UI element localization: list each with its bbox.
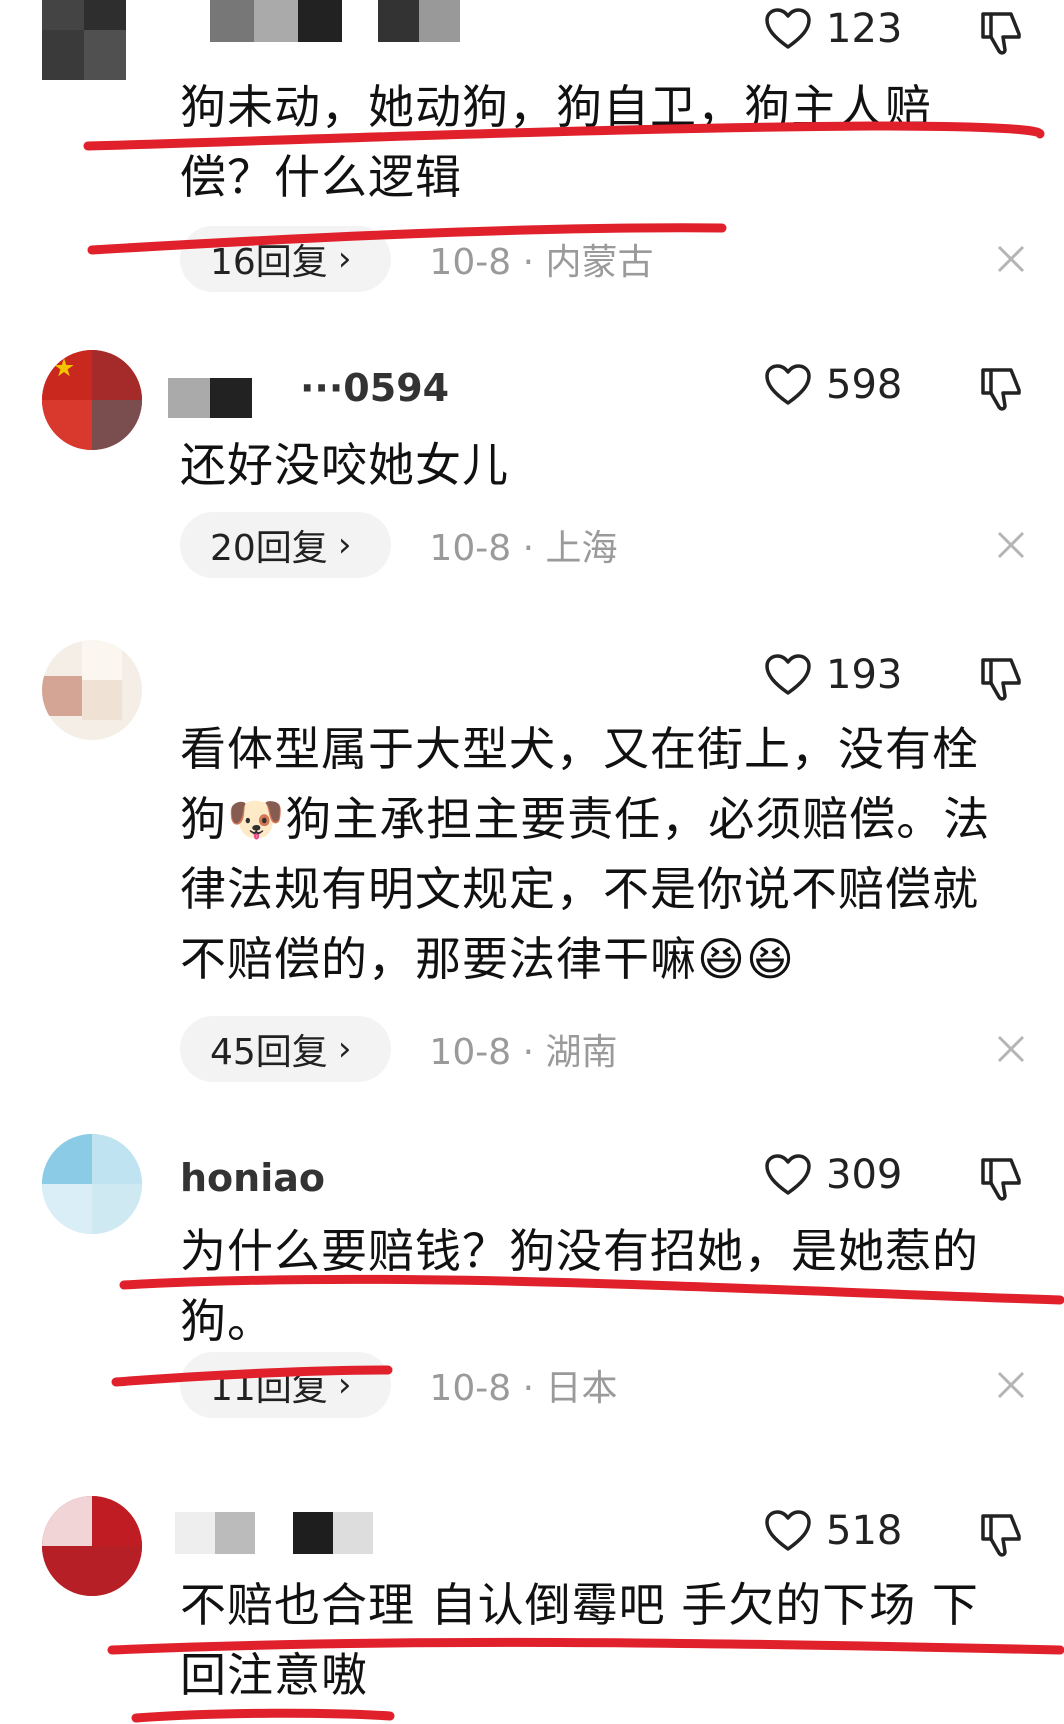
like-button[interactable]: 193 [764, 650, 902, 700]
heart-outline-icon [765, 1154, 811, 1195]
thumbs-down-outline-icon[interactable] [975, 364, 1025, 414]
username-mosaic [168, 378, 252, 418]
thumbs-down-outline-icon[interactable] [975, 8, 1025, 58]
thumbs-down-outline-icon[interactable] [975, 654, 1025, 704]
comment-text: 为什么要赔钱？狗没有招她，是她惹的狗。 [180, 1224, 979, 1348]
chevron-right-icon: › [337, 239, 352, 279]
date-location: 10-8 · 内蒙古 [429, 242, 654, 283]
comment-item: 193 看体型属于大型犬，又在街上，没有栓狗🐶狗主承担主要责任，必须赔偿。法律法… [0, 630, 1064, 1100]
heart-outline-icon [765, 364, 811, 405]
reply-count: 45回复 [210, 1032, 328, 1073]
close-icon[interactable] [995, 529, 1027, 561]
like-count: 193 [826, 652, 903, 698]
like-button[interactable]: 518 [764, 1506, 902, 1556]
comment-text: 还好没咬她女儿 [180, 438, 509, 492]
date-location: 10-8 · 上海 [429, 528, 618, 569]
username[interactable]: ···0594 [300, 366, 449, 412]
comment-text: 狗未动，她动狗，狗自卫，狗主人赔偿？什么逻辑 [180, 80, 932, 204]
username-mosaic [378, 0, 460, 42]
like-count: 598 [826, 362, 903, 408]
chevron-right-icon: › [337, 1365, 352, 1405]
comment-meta: 16回复 › 10-8 · 内蒙古 [180, 226, 653, 292]
comment-meta: 45回复 › 10-8 · 湖南 [180, 1016, 617, 1082]
reply-count: 16回复 [210, 242, 328, 283]
comment-text: 看体型属于大型犬，又在街上，没有栓狗🐶狗主承担主要责任，必须赔偿。法律法规有明文… [180, 722, 991, 986]
comment-item: honiao 309 为什么要赔钱？狗没有招她，是她惹的狗。 11回复 › 10… [0, 1130, 1064, 1430]
like-button[interactable]: 598 [764, 360, 902, 410]
comment-item: 518 不赔也合理 自认倒霉吧 手欠的下场 下回注意嗷 [0, 1490, 1064, 1724]
chevron-right-icon: › [337, 525, 352, 565]
avatar[interactable] [42, 0, 126, 80]
like-button[interactable]: 309 [764, 1150, 902, 1200]
like-count: 309 [826, 1152, 903, 1198]
thumbs-down-outline-icon[interactable] [975, 1154, 1025, 1204]
close-icon[interactable] [995, 1369, 1027, 1401]
avatar[interactable] [42, 1496, 142, 1596]
reply-button[interactable]: 16回复 › [180, 226, 392, 292]
like-count: 123 [826, 6, 903, 52]
reply-button[interactable]: 45回复 › [180, 1016, 392, 1082]
comment-meta: 20回复 › 10-8 · 上海 [180, 512, 617, 578]
username-mosaic [210, 0, 342, 42]
like-button[interactable]: 123 [764, 4, 902, 54]
avatar[interactable] [42, 640, 142, 740]
reply-button[interactable]: 20回复 › [180, 512, 392, 578]
comment-item: ···0594 598 还好没咬她女儿 20回复 › 10-8 · 上海 [0, 340, 1064, 600]
avatar[interactable] [42, 1134, 142, 1234]
avatar[interactable] [42, 350, 142, 450]
heart-outline-icon [765, 1510, 811, 1551]
comment-text: 不赔也合理 自认倒霉吧 手欠的下场 下回注意嗷 [180, 1578, 979, 1702]
date-location: 10-8 · 日本 [429, 1368, 618, 1409]
close-icon[interactable] [995, 243, 1027, 275]
username[interactable]: honiao [180, 1156, 325, 1202]
like-count: 518 [826, 1508, 903, 1554]
comment-item: 123 狗未动，她动狗，狗自卫，狗主人赔偿？什么逻辑 16回复 › 10-8 ·… [0, 0, 1064, 292]
chevron-right-icon: › [337, 1029, 352, 1069]
comment-meta: 11回复 › 10-8 · 日本 [180, 1352, 617, 1418]
date-location: 10-8 · 湖南 [429, 1032, 618, 1073]
reply-count: 11回复 [210, 1368, 328, 1409]
username-mosaic [175, 1512, 375, 1554]
close-icon[interactable] [995, 1033, 1027, 1065]
thumbs-down-outline-icon[interactable] [975, 1510, 1025, 1560]
heart-outline-icon [765, 654, 811, 695]
heart-outline-icon [765, 8, 811, 49]
reply-button[interactable]: 11回复 › [180, 1352, 392, 1418]
reply-count: 20回复 [210, 528, 328, 569]
